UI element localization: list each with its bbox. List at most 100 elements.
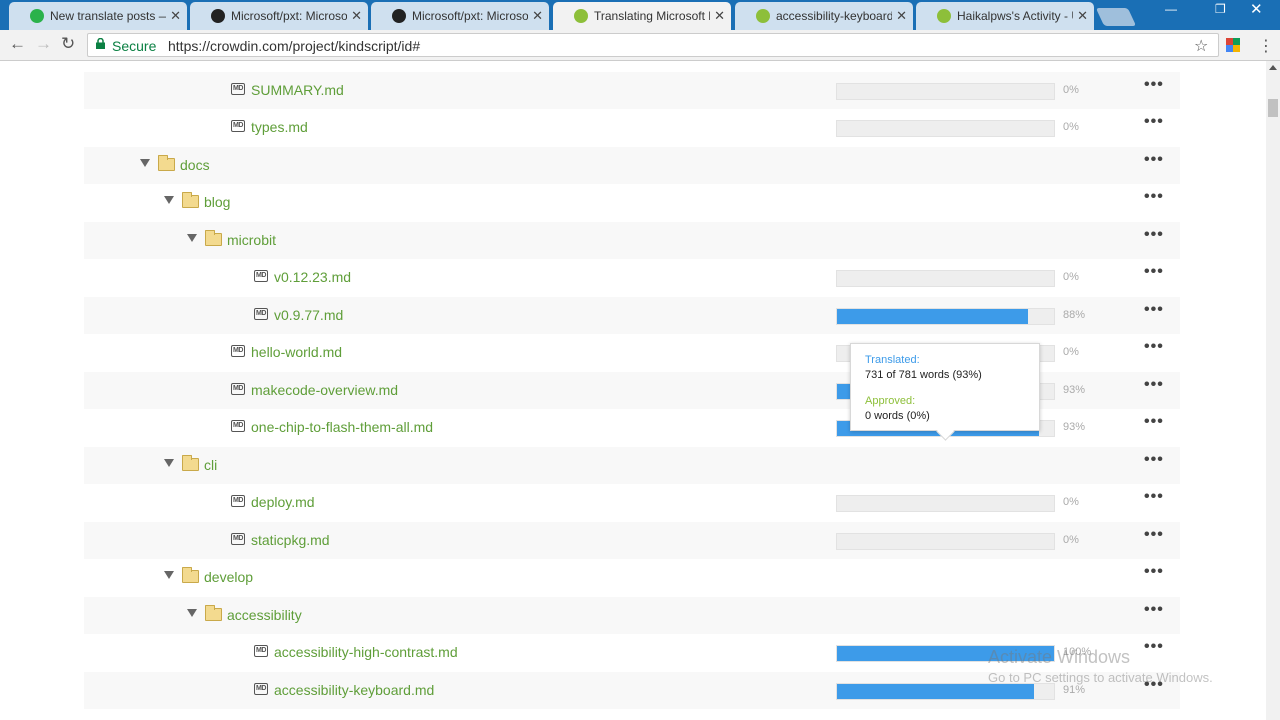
folder-name[interactable]: cli	[204, 457, 217, 473]
windows-activation-watermark: Activate Windows Go to PC settings to ac…	[988, 647, 1213, 685]
restore-icon[interactable]: ❐	[1215, 2, 1226, 16]
browser-tab[interactable]: accessibility-keyboard.m ✕	[735, 2, 913, 30]
folder-row[interactable]: cli •••	[84, 447, 1180, 484]
more-options-icon[interactable]: •••	[1144, 338, 1164, 356]
folder-name[interactable]: docs	[180, 157, 210, 173]
expand-arrow-icon[interactable]	[187, 609, 197, 617]
folder-name[interactable]: blog	[204, 194, 230, 210]
reload-icon[interactable]: ↻	[61, 34, 75, 54]
tab-close-icon[interactable]: ✕	[532, 8, 543, 24]
browser-menu-icon[interactable]: ⋮	[1258, 36, 1274, 56]
folder-row[interactable]: accessibility •••	[84, 597, 1180, 634]
file-name-link[interactable]: accessibility-keyboard.md	[274, 682, 434, 698]
folder-icon	[205, 230, 222, 246]
progress-percent: 88%	[1063, 309, 1086, 321]
tab-close-icon[interactable]: ✕	[714, 8, 725, 24]
tab-close-icon[interactable]: ✕	[351, 8, 362, 24]
file-name-link[interactable]: v0.12.23.md	[274, 269, 351, 285]
file-name-link[interactable]: types.md	[251, 119, 308, 135]
new-tab-button[interactable]	[1095, 8, 1137, 26]
progress-bar	[836, 495, 1055, 512]
folder-row[interactable]: microbit •••	[84, 222, 1180, 259]
scrollbar-thumb[interactable]	[1268, 99, 1278, 117]
bookmark-star-icon[interactable]: ☆	[1194, 36, 1208, 56]
folder-name[interactable]: develop	[204, 569, 253, 585]
address-bar[interactable]: Secure https://crowdin.com/project/kinds…	[87, 33, 1219, 57]
tab-close-icon[interactable]: ✕	[1077, 8, 1088, 24]
progress-bar	[836, 533, 1055, 550]
folder-name[interactable]: accessibility	[227, 607, 302, 623]
file-name-link[interactable]: one-chip-to-flash-them-all.md	[251, 419, 433, 435]
more-options-icon[interactable]: •••	[1144, 488, 1164, 506]
file-row[interactable]: MD 0% v0.12.23.md •••	[84, 259, 1180, 296]
progress-percent: 0%	[1063, 271, 1079, 283]
folder-row[interactable]: develop •••	[84, 559, 1180, 596]
file-name-link[interactable]: deploy.md	[251, 494, 315, 510]
crowdin-icon	[937, 9, 951, 23]
browser-tab[interactable]: New translate posts — S ✕	[9, 2, 187, 30]
more-options-icon[interactable]: •••	[1144, 226, 1164, 244]
more-options-icon[interactable]: •••	[1144, 451, 1164, 469]
file-name-link[interactable]: staticpkg.md	[251, 532, 330, 548]
browser-tab[interactable]: Microsoft/pxt: Microsoft ✕	[371, 2, 549, 30]
expand-arrow-icon[interactable]	[140, 159, 150, 167]
progress-percent: 0%	[1063, 346, 1079, 358]
tab-strip: New translate posts — S✕Microsoft/pxt: M…	[0, 0, 1280, 30]
progress-percent: 91%	[1063, 684, 1086, 696]
more-options-icon[interactable]: •••	[1144, 151, 1164, 169]
file-row[interactable]: MD 88% v0.9.77.md •••	[84, 297, 1180, 334]
browser-tab[interactable]: Microsoft/pxt: Microsoft ✕	[190, 2, 368, 30]
more-options-icon[interactable]: •••	[1144, 301, 1164, 319]
file-name-link[interactable]: hello-world.md	[251, 344, 342, 360]
scroll-up-icon[interactable]	[1269, 65, 1277, 70]
file-tree: MD 0% SUMMARY.md ••• MD 0% types.md ••• docs ••• b…	[0, 61, 1266, 720]
expand-arrow-icon[interactable]	[164, 571, 174, 579]
minimize-icon[interactable]: —	[1165, 2, 1177, 16]
tab-title: accessibility-keyboard.m	[776, 9, 892, 23]
file-row[interactable]: MD 0% staticpkg.md •••	[84, 522, 1180, 559]
more-options-icon[interactable]: •••	[1144, 113, 1164, 131]
file-name-link[interactable]: v0.9.77.md	[274, 307, 343, 323]
tab-close-icon[interactable]: ✕	[170, 8, 181, 24]
expand-arrow-icon[interactable]	[164, 196, 174, 204]
extension-icon[interactable]	[1226, 38, 1240, 52]
file-name-link[interactable]: makecode-overview.md	[251, 382, 398, 398]
file-row[interactable]: MD 0% SUMMARY.md •••	[84, 72, 1180, 109]
tab-close-icon[interactable]: ✕	[896, 8, 907, 24]
crowdin-icon	[574, 9, 588, 23]
progress-bar	[836, 683, 1055, 700]
more-options-icon[interactable]: •••	[1144, 263, 1164, 281]
progress-percent: 0%	[1063, 121, 1079, 133]
browser-tab[interactable]: Translating Microsoft Ma ✕	[553, 2, 731, 30]
markdown-file-icon: MD	[231, 120, 245, 132]
more-options-icon[interactable]: •••	[1144, 601, 1164, 619]
close-window-icon[interactable]: ✕	[1250, 0, 1263, 18]
more-options-icon[interactable]: •••	[1144, 188, 1164, 206]
watermark-title: Activate Windows	[988, 647, 1131, 667]
url-text[interactable]: https://crowdin.com/project/kindscript/i…	[168, 38, 420, 54]
more-options-icon[interactable]: •••	[1144, 413, 1164, 431]
scrollbar[interactable]	[1266, 61, 1280, 720]
forward-icon[interactable]: →	[35, 34, 52, 54]
progress-percent: 93%	[1063, 384, 1086, 396]
expand-arrow-icon[interactable]	[187, 234, 197, 242]
more-options-icon[interactable]: •••	[1144, 563, 1164, 581]
markdown-file-icon: MD	[254, 308, 268, 320]
more-options-icon[interactable]: •••	[1144, 76, 1164, 94]
markdown-file-icon: MD	[254, 270, 268, 282]
file-row[interactable]: MD 0% types.md •••	[84, 109, 1180, 146]
tab-title: New translate posts — S	[50, 9, 166, 23]
browser-tab[interactable]: Haikalpws's Activity - Us ✕	[916, 2, 1094, 30]
more-options-icon[interactable]: •••	[1144, 526, 1164, 544]
folder-name[interactable]: microbit	[227, 232, 276, 248]
markdown-file-icon: MD	[231, 345, 245, 357]
file-name-link[interactable]: SUMMARY.md	[251, 82, 344, 98]
progress-percent: 0%	[1063, 84, 1079, 96]
file-row[interactable]: MD 0% deploy.md •••	[84, 484, 1180, 521]
expand-arrow-icon[interactable]	[164, 459, 174, 467]
back-icon[interactable]: ←	[9, 34, 26, 54]
folder-row[interactable]: blog •••	[84, 184, 1180, 221]
more-options-icon[interactable]: •••	[1144, 376, 1164, 394]
file-name-link[interactable]: accessibility-high-contrast.md	[274, 644, 458, 660]
folder-row[interactable]: docs •••	[84, 147, 1180, 184]
